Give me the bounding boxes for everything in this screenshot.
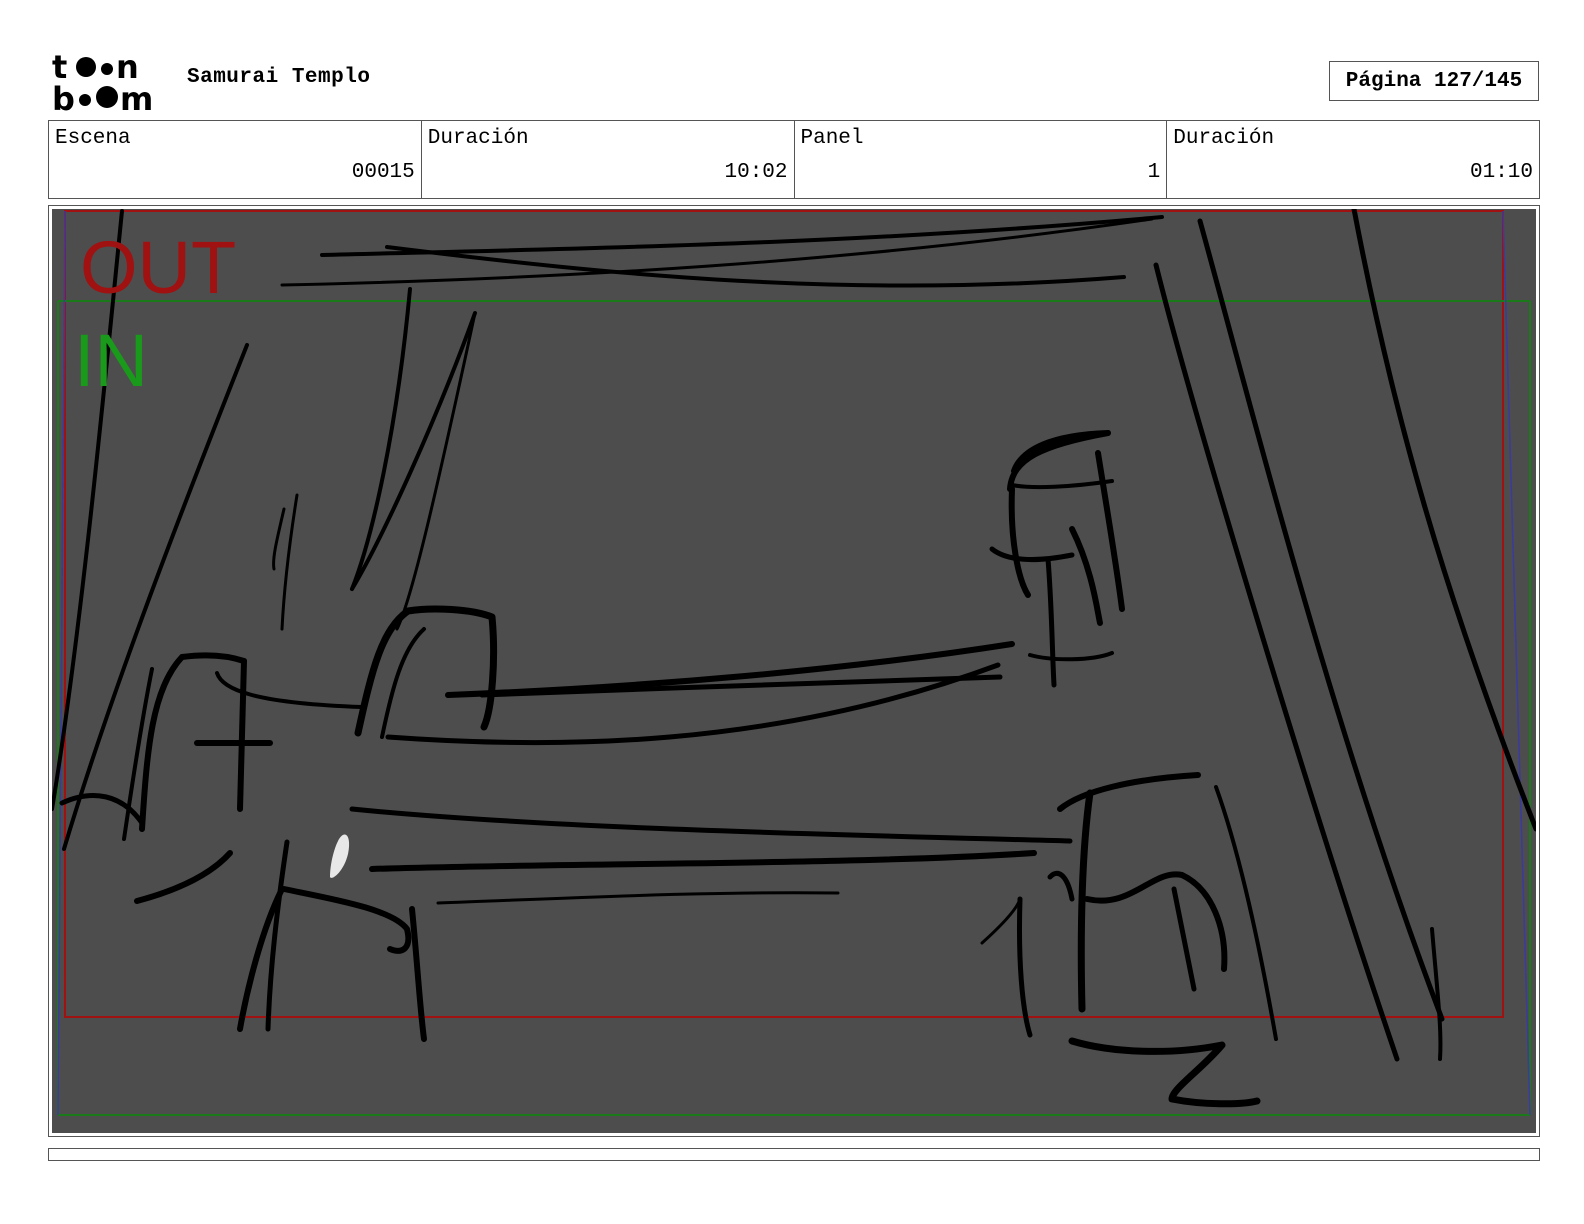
panel-duration-cell: Duración 01:10 bbox=[1167, 121, 1539, 198]
out-label: OUT bbox=[80, 226, 237, 309]
scene-duration-cell: Duración 10:02 bbox=[422, 121, 795, 198]
panel-duration-label: Duración bbox=[1173, 127, 1275, 150]
scene-value: 00015 bbox=[351, 161, 415, 184]
panel-label: Panel bbox=[800, 127, 864, 150]
scene-duration-label: Duración bbox=[427, 127, 529, 150]
scene-duration-value: 10:02 bbox=[724, 161, 788, 184]
storyboard-panel: OUT IN bbox=[52, 209, 1536, 1133]
page-number-box: Página 127/145 bbox=[1329, 61, 1539, 101]
page-number: Página 127/145 bbox=[1345, 69, 1523, 93]
svg-text:b: b bbox=[52, 80, 75, 112]
scene-cell: Escena 00015 bbox=[49, 121, 422, 198]
panel-duration-value: 01:10 bbox=[1469, 161, 1533, 184]
footer-bar bbox=[48, 1148, 1540, 1161]
info-bar: Escena 00015 Duración 10:02 Panel 1 Dura… bbox=[48, 120, 1540, 199]
toonboom-logo: t n b m bbox=[52, 50, 153, 112]
svg-text:m: m bbox=[120, 80, 153, 112]
in-label: IN bbox=[74, 319, 148, 402]
project-title: Samurai Templo bbox=[187, 66, 371, 89]
scene-label: Escena bbox=[55, 127, 131, 150]
sketch-drawing bbox=[52, 209, 1536, 1116]
panel-value: 1 bbox=[1147, 161, 1161, 184]
panel-cell: Panel 1 bbox=[795, 121, 1168, 198]
